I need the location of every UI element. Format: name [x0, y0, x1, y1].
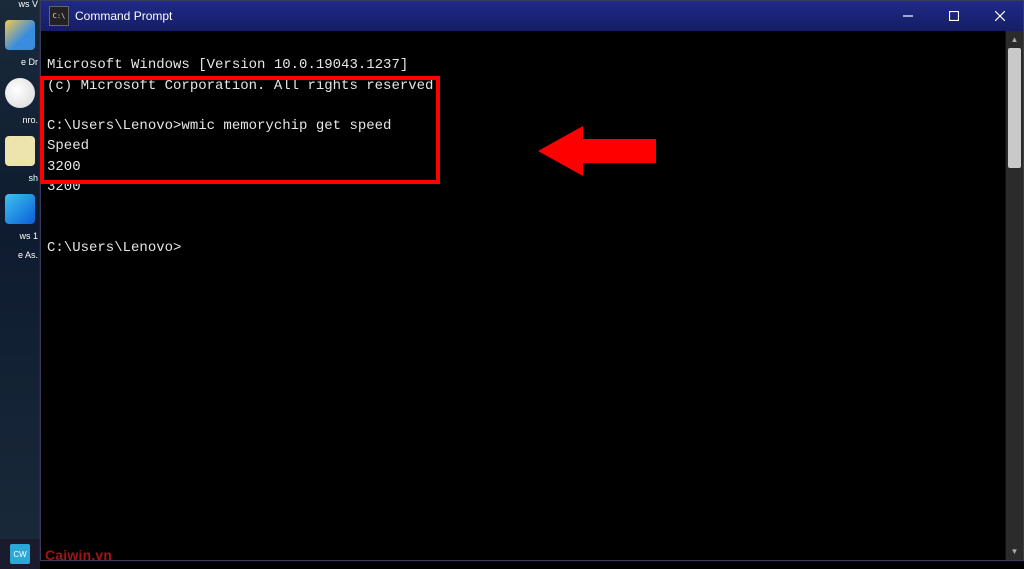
- desktop-icon[interactable]: [5, 194, 35, 224]
- terminal-banner-line: (c) Microsoft Corporation. All rights re…: [47, 78, 442, 94]
- maximize-button[interactable]: [931, 1, 977, 31]
- titlebar[interactable]: C:\ Command Prompt: [41, 1, 1023, 31]
- taskbar-app-icon[interactable]: CW: [10, 544, 30, 564]
- maximize-icon: [949, 11, 959, 21]
- close-icon: [995, 11, 1005, 21]
- terminal-prompt: C:\Users\Lenovo>: [47, 118, 181, 134]
- desktop-icon-label: nro.: [0, 116, 40, 126]
- scrollbar-thumb[interactable]: [1008, 48, 1021, 168]
- close-button[interactable]: [977, 1, 1023, 31]
- desktop-strip: ws V e Dr nro. sh ws 1 e As. CW: [0, 0, 40, 569]
- desktop-icon[interactable]: [5, 136, 35, 166]
- terminal-banner-line: Microsoft Windows [Version 10.0.19043.12…: [47, 57, 408, 73]
- scrollbar-down-arrow-icon[interactable]: ▼: [1006, 543, 1023, 560]
- desktop-icon-label: ws 1: [0, 232, 40, 242]
- vertical-scrollbar[interactable]: ▲ ▼: [1005, 31, 1023, 560]
- desktop-icon-label: e Dr: [0, 58, 40, 68]
- taskbar[interactable]: CW: [0, 539, 40, 569]
- minimize-button[interactable]: [885, 1, 931, 31]
- minimize-icon: [903, 11, 913, 21]
- terminal-output-line: Speed: [47, 138, 89, 154]
- cmd-app-icon-label: C:\: [53, 12, 66, 20]
- desktop-icon[interactable]: [5, 20, 35, 50]
- window-title: Command Prompt: [75, 9, 172, 23]
- annotation-arrow: [471, 101, 591, 161]
- command-prompt-window: C:\ Command Prompt Microsoft Windows [Ve…: [40, 0, 1024, 561]
- terminal-output-line: 3200: [47, 179, 81, 195]
- window-client-area: Microsoft Windows [Version 10.0.19043.12…: [41, 31, 1023, 560]
- cmd-app-icon: C:\: [49, 6, 69, 26]
- terminal-output[interactable]: Microsoft Windows [Version 10.0.19043.12…: [41, 31, 1005, 560]
- desktop-icon[interactable]: [5, 78, 35, 108]
- desktop-icon-label: e As.: [0, 251, 40, 261]
- terminal-command: wmic memorychip get speed: [181, 118, 391, 134]
- desktop-icon-label: sh: [0, 174, 40, 184]
- terminal-output-line: 3200: [47, 159, 81, 175]
- terminal-prompt: C:\Users\Lenovo>: [47, 240, 181, 256]
- desktop-partial-title: ws V: [0, 0, 40, 10]
- scrollbar-up-arrow-icon[interactable]: ▲: [1006, 31, 1023, 48]
